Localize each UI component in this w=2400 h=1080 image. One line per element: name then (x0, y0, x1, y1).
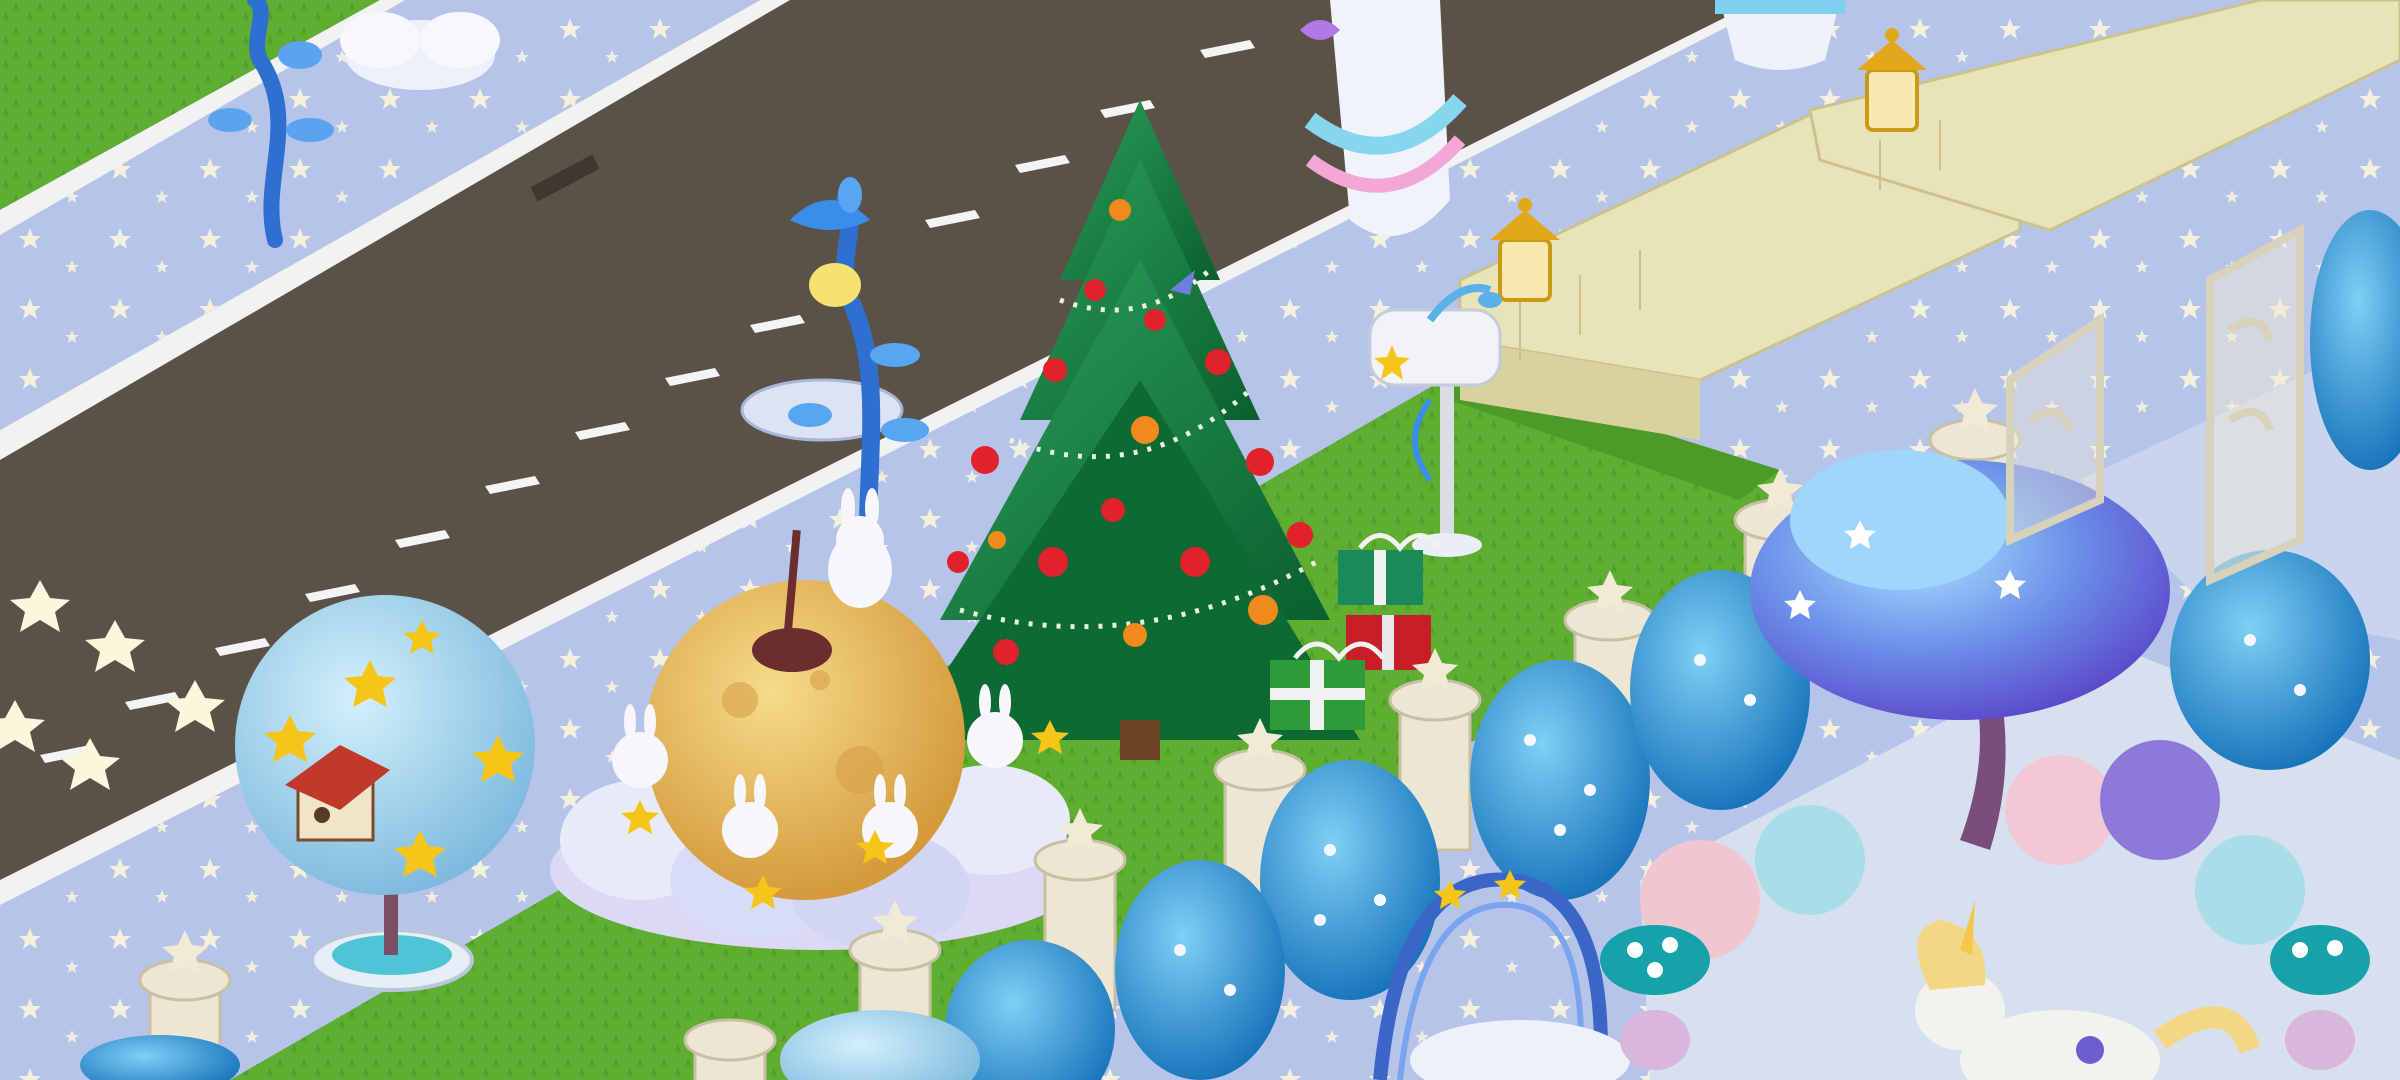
lamp-icon[interactable] (208, 0, 334, 248)
star-mailbox[interactable] (1368, 284, 1502, 557)
white-planter[interactable] (1715, 0, 1845, 70)
garden-lanterns[interactable] (1490, 28, 1927, 302)
cloud-icon[interactable] (340, 12, 500, 90)
blue-star-topiary[interactable] (235, 595, 535, 992)
game-scene[interactable] (0, 0, 2400, 1080)
blue-street-lamp[interactable] (740, 177, 929, 529)
unicorn[interactable] (1915, 900, 2261, 1080)
swirl-pillar[interactable] (1300, 0, 1467, 236)
